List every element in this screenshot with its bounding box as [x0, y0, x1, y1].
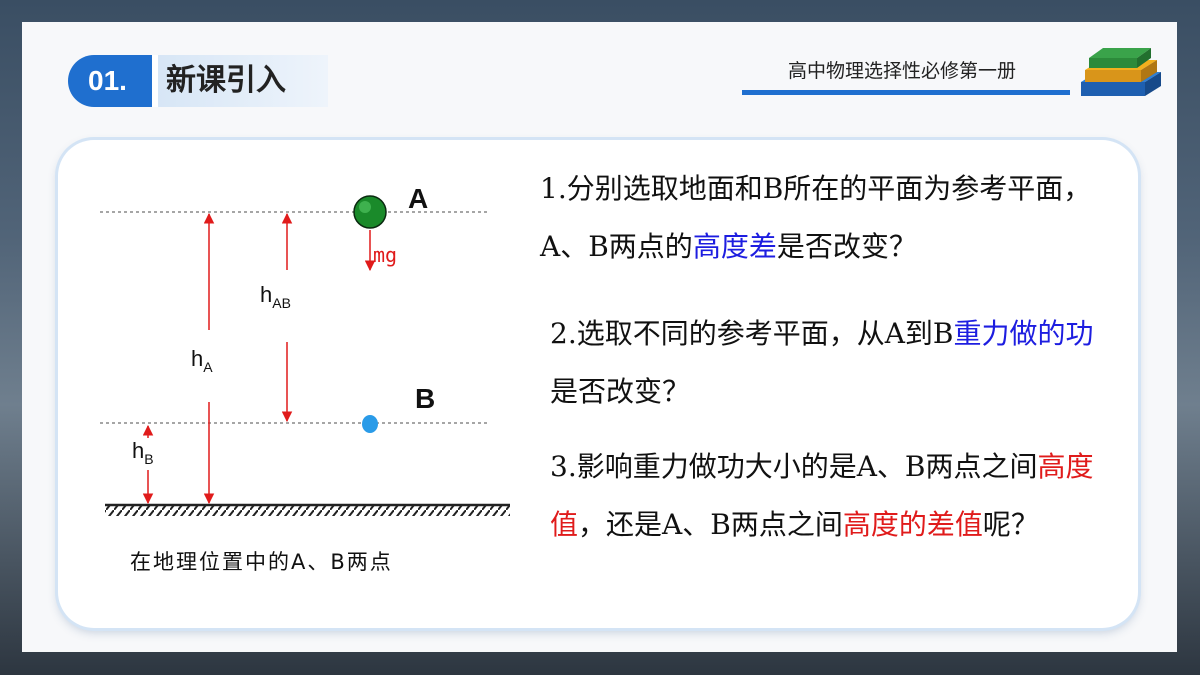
label-h-A-sub: A — [203, 359, 213, 375]
question-1-end: 是否改变？ — [776, 230, 917, 263]
question-2-end: 是否改变？ — [550, 375, 691, 408]
ball-B — [362, 415, 378, 433]
section-title: 新课引入 — [152, 55, 328, 107]
label-h-AB: hAB — [260, 282, 291, 311]
label-B: B — [415, 383, 435, 414]
label-h-B: hB — [132, 438, 154, 467]
book-title: 高中物理选择性必修第一册 — [787, 60, 1016, 82]
question-1-highlight: 高度差 — [692, 230, 777, 263]
label-mg: mg — [373, 243, 397, 267]
label-h-B-sub: B — [144, 451, 153, 467]
question-3-text: 3.影响重力做功大小的是A、B两点之间 — [550, 450, 1038, 483]
height-diagram: A B mg hA hAB hB — [100, 183, 510, 516]
label-A: A — [408, 183, 428, 214]
books-icon — [1081, 48, 1161, 96]
question-2: 2.选取不同的参考平面，从A到B重力做的功是否改变？ — [550, 305, 1095, 421]
ground-hatch — [105, 506, 510, 516]
question-3-end: 呢？ — [982, 508, 1039, 541]
question-2-highlight: 重力做的功 — [953, 317, 1094, 350]
question-3-highlight-2: 高度的差值 — [842, 508, 983, 541]
section-number-badge: 01. — [68, 55, 152, 107]
diagram-caption: 在地理位置中的A、B两点 — [130, 550, 393, 574]
question-2-text: 2.选取不同的参考平面，从A到B — [550, 317, 954, 350]
question-3-mid: ，还是A、B两点之间 — [578, 508, 843, 541]
question-3: 3.影响重力做功大小的是A、B两点之间高度值，还是A、B两点之间高度的差值呢？ — [550, 438, 1095, 554]
ball-A — [353, 195, 387, 229]
label-h-AB-sub: AB — [272, 295, 291, 311]
ball-A-highlight — [359, 201, 371, 213]
title-underline — [742, 90, 1070, 95]
label-h-A: hA — [191, 346, 213, 375]
question-1: 1.分别选取地面和B所在的平面为参考平面，A、B两点的高度差是否改变？ — [540, 160, 1105, 276]
